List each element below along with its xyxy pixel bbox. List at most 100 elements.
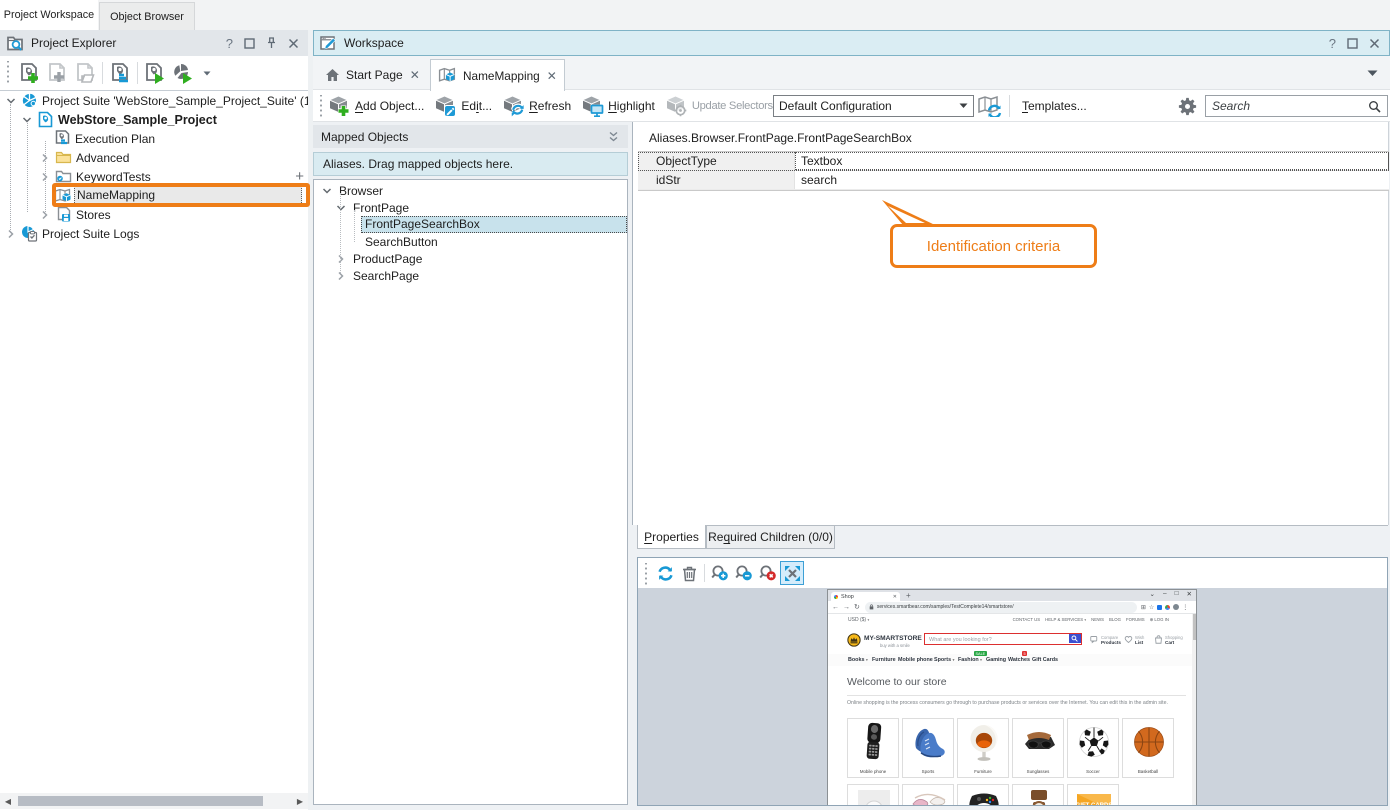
help-icon[interactable]: ? [226,36,233,51]
edit-button[interactable]: Edit... [434,95,492,117]
aliases-tree: Browser FrontPage FrontPageSearchBox Sea… [313,179,628,805]
folder-icon [55,149,72,166]
tab-project-workspace-label: Project Workspace [4,9,94,21]
stores-icon [55,206,72,223]
run-test-button[interactable] [169,59,197,87]
chevron-down-icon[interactable] [335,202,347,214]
callout-text: Identification criteria [927,238,1060,255]
tree-item-project-suite[interactable]: Project Suite 'WebStore_Sample_Project_S… [0,91,306,110]
tab-required-children[interactable]: Required Children (0/0) [706,525,835,549]
add-new-item-button-disabled[interactable] [43,59,71,87]
add-object-button[interactable]: Add Object... [328,95,424,117]
toolbar-separator [1009,95,1010,117]
configuration-combobox[interactable]: Default Configuration [773,95,974,117]
tab-list-caret[interactable] [1367,70,1378,77]
tab-properties[interactable]: Properties [637,525,706,549]
tree-item-advanced[interactable]: Advanced [34,148,129,167]
fit-to-window-button[interactable] [780,561,804,585]
mini-extension-blue [1157,605,1162,610]
collapse-chevrons-icon[interactable] [607,131,620,143]
refresh-icon [502,95,525,117]
tree-item-execution-plan[interactable]: Execution Plan [50,129,155,148]
preview-delete-button[interactable] [677,561,701,585]
horizontal-scrollbar[interactable]: ◀ ▶ [0,793,308,809]
property-value[interactable]: Textbox [795,152,1389,170]
project-explorer-panel: Project Explorer ? [0,30,308,810]
zoom-out-button[interactable] [732,561,756,585]
mini-store-logo [847,633,861,647]
tab-start-page[interactable]: Start Page ✕ [317,60,428,90]
preview-toolbar [638,558,1387,588]
tree-label-execution-plan: Execution Plan [75,132,155,146]
selected-object-path: Aliases.Browser.FrontPage.FrontPageSearc… [649,131,912,145]
toolbar-grip[interactable] [644,563,648,587]
new-project-icon [18,62,40,84]
mapped-objects-column: Mapped Objects Aliases. Drag mapped obje… [313,125,628,810]
callout-tail [878,198,940,228]
toolbar-grip[interactable] [319,95,323,119]
highlight-button[interactable]: Highlight [581,95,655,117]
maximize-icon[interactable] [1347,38,1358,49]
mini-store-name: MY-SMARTSTORE [864,635,922,642]
add-existing-item-button-disabled[interactable] [71,59,99,87]
tab-namemapping[interactable]: NameMapping ✕ [430,59,565,91]
mini-tab-title: Shop [841,594,854,600]
gear-icon[interactable] [1178,97,1197,116]
chevron-down-icon[interactable] [5,95,17,107]
tree-item-project[interactable]: WebStore_Sample_Project [16,110,217,129]
chevron-down-icon[interactable] [321,185,333,197]
close-tab-icon[interactable]: ✕ [410,68,420,82]
templates-button[interactable]: Templates... [1018,99,1087,113]
property-row[interactable]: ObjectType Textbox [638,152,1389,171]
mini-header: MY-SMARTSTORE buy with a smile What are … [828,626,1196,656]
zoom-reset-button[interactable] [756,561,780,585]
organize-tests-button[interactable] [106,59,134,87]
mini-forward-icon: → [843,604,850,611]
alias-item-frontpagesearchbox[interactable]: FrontPageSearchBox [361,216,628,233]
run-project-button[interactable] [141,59,169,87]
mini-store-tagline: buy with a smile [880,643,910,648]
refresh-button[interactable]: Refresh [502,95,571,117]
zoom-in-button[interactable] [708,561,732,585]
tree-item-project-suite-logs[interactable]: Project Suite Logs [0,224,139,243]
mini-nav: Books ▾ Furniture Mobile phone Sports ▾ … [828,654,1196,666]
mini-reload-icon: ↻ [854,603,860,611]
namemapping-highlight-annotation [52,183,310,207]
help-icon[interactable]: ? [1329,36,1336,51]
pin-icon[interactable] [266,37,277,49]
update-selectors-button-disabled[interactable]: Update Selectors [665,95,773,117]
mini-product-soccer: Soccer [1067,718,1119,778]
execution-plan-icon [54,130,71,147]
property-value[interactable]: search [795,171,1389,189]
update-namemapping-button[interactable] [977,95,1003,117]
mini-browser-toolbar: ← → ↻ services.smartbear.com/samples/Tes… [828,601,1196,614]
tree-label-project: WebStore_Sample_Project [58,113,217,127]
preview-refresh-button[interactable] [653,561,677,585]
workspace-title: Workspace [344,36,404,50]
tree-label-project-suite: Project Suite 'WebStore_Sample_Project_S… [42,94,308,108]
alias-item-browser[interactable]: Browser [314,182,383,199]
scroll-right-arrow[interactable]: ▶ [292,793,308,809]
close-icon[interactable] [288,38,299,49]
mini-product-sunglasses: Sunglasses [1012,718,1064,778]
alias-item-searchbutton[interactable]: SearchButton [365,233,438,250]
mini-back-icon: ← [832,604,839,611]
run-dropdown-caret[interactable] [203,71,211,76]
tree-connector [27,123,28,212]
tab-project-workspace[interactable]: Project Workspace [0,0,98,30]
property-row[interactable]: idStr search [638,171,1389,190]
scroll-left-arrow[interactable]: ◀ [0,793,16,809]
alias-item-searchpage[interactable]: SearchPage [328,267,419,284]
maximize-icon[interactable] [244,38,255,49]
alias-item-productpage[interactable]: ProductPage [328,250,422,267]
chevron-right-icon[interactable] [335,270,347,282]
close-icon[interactable] [1369,38,1380,49]
tab-object-browser[interactable]: Object Browser [99,2,195,30]
search-box[interactable]: Search [1205,95,1388,117]
close-tab-icon[interactable]: ✕ [547,69,557,83]
chevron-right-icon[interactable] [5,228,17,240]
new-project-button[interactable] [15,59,43,87]
scrollbar-thumb[interactable] [18,796,263,806]
chevron-right-icon[interactable] [335,253,347,265]
toolbar-grip[interactable] [6,61,10,85]
